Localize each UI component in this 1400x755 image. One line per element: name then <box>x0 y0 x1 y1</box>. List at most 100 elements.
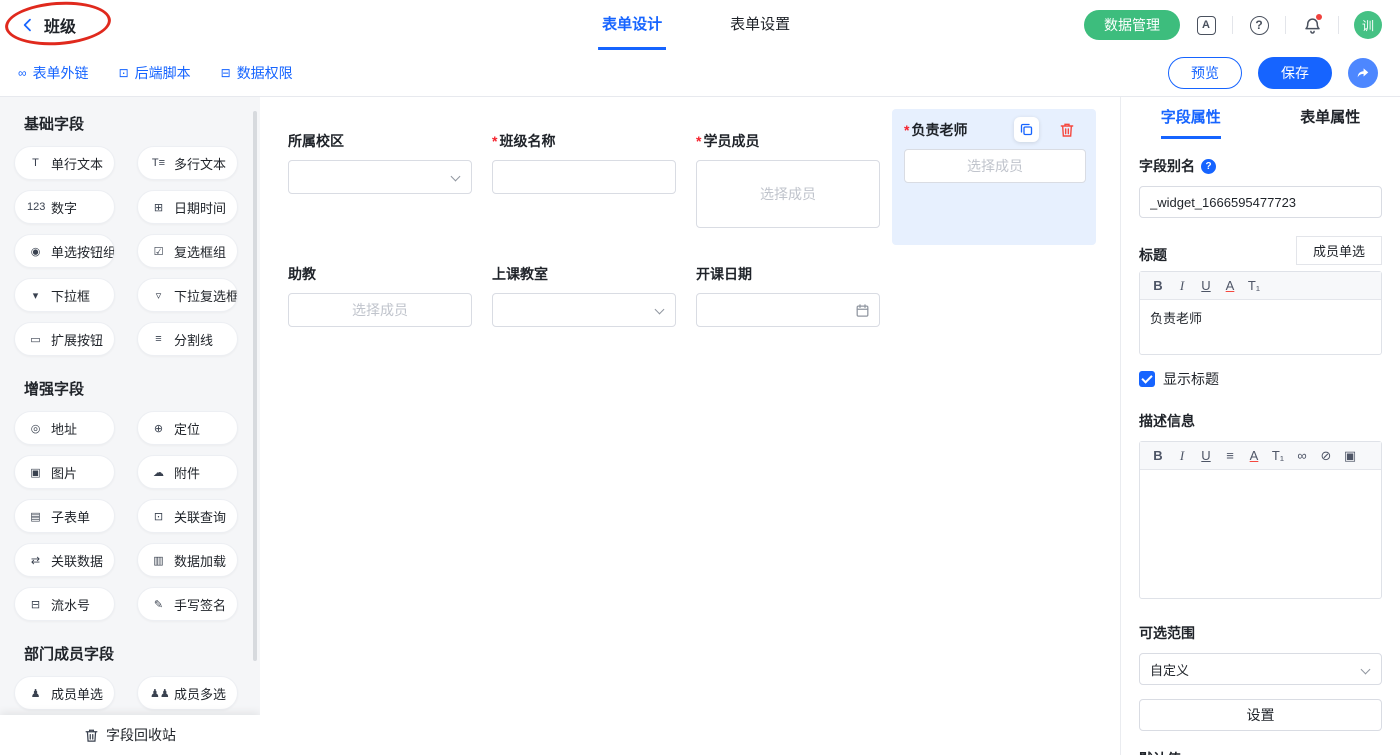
field-label: 班级名称 <box>499 131 555 151</box>
section-title-enhanced-fields: 增强字段 <box>24 378 260 399</box>
title-editor[interactable]: 负责老师 <box>1140 300 1381 354</box>
section-title-basic-fields: 基础字段 <box>24 113 260 134</box>
range-select[interactable]: 自定义 <box>1139 653 1382 685</box>
field-alias-input[interactable] <box>1139 186 1382 218</box>
translate-icon[interactable]: A <box>1195 14 1217 36</box>
chevron-down-icon <box>1361 665 1371 675</box>
font-size-icon[interactable]: T₁ <box>1242 278 1266 293</box>
copy-field-button[interactable] <box>1014 117 1039 142</box>
field-button-address[interactable]: ◎地址 <box>14 411 115 445</box>
field-campus[interactable]: 所属校区 <box>288 131 472 194</box>
form-canvas[interactable]: 所属校区 *班级名称 *学员成员 选择成员 *负责老师 选择成员 助教 选择成员 <box>260 97 1120 755</box>
field-assistant[interactable]: 助教 选择成员 <box>288 264 472 327</box>
help-icon[interactable]: ? <box>1248 14 1270 36</box>
checkbox-checked-icon[interactable] <box>1139 371 1155 387</box>
field-button-serial-number[interactable]: ⊟流水号 <box>14 587 115 621</box>
tab-form-properties[interactable]: 表单属性 <box>1261 97 1400 142</box>
preview-button[interactable]: 预览 <box>1168 57 1242 89</box>
classroom-select[interactable] <box>492 293 676 327</box>
main-tabs: 表单设计 表单设置 <box>598 0 794 50</box>
tab-form-settings[interactable]: 表单设置 <box>726 0 794 50</box>
sidebar-scrollbar[interactable] <box>253 111 257 661</box>
multi-line-text-icon: T≡ <box>150 157 167 169</box>
field-button-member-multi[interactable]: ♟♟成员多选 <box>137 676 238 710</box>
field-button-related-data[interactable]: ⇄关联数据 <box>14 543 115 577</box>
underline-icon[interactable]: U <box>1194 278 1218 293</box>
field-button-number[interactable]: 123数字 <box>14 190 115 224</box>
number-icon: 123 <box>27 201 44 213</box>
save-button[interactable]: 保存 <box>1258 57 1332 89</box>
field-class-name[interactable]: *班级名称 <box>492 131 676 194</box>
field-button-data-load[interactable]: ▥数据加载 <box>137 543 238 577</box>
field-button-attachment[interactable]: ☁附件 <box>137 455 238 489</box>
field-classroom[interactable]: 上课教室 <box>492 264 676 327</box>
show-title-toggle[interactable]: 显示标题 <box>1139 369 1382 389</box>
field-button-multi-line-text[interactable]: T≡多行文本 <box>137 146 238 180</box>
data-manage-button[interactable]: 数据管理 <box>1084 10 1180 40</box>
field-button-location[interactable]: ⊕定位 <box>137 411 238 445</box>
start-date-picker[interactable] <box>696 293 880 327</box>
field-button-related-query[interactable]: ⊡关联查询 <box>137 499 238 533</box>
font-color-icon[interactable]: A <box>1242 448 1266 463</box>
toolbar-links: ∞ 表单外链 ⊡ 后端脚本 ⊟ 数据权限 <box>0 63 293 83</box>
share-button[interactable] <box>1348 58 1378 88</box>
field-students[interactable]: *学员成员 选择成员 <box>696 131 880 228</box>
data-permission-button[interactable]: ⊟ 数据权限 <box>221 63 293 83</box>
field-button-extend-button[interactable]: ▭扩展按钮 <box>14 322 115 356</box>
teacher-member-picker[interactable]: 选择成员 <box>904 149 1086 183</box>
field-label: 负责老师 <box>911 120 967 140</box>
students-member-picker[interactable]: 选择成员 <box>696 160 880 228</box>
field-button-checkbox-group[interactable]: ☑复选框组 <box>137 234 238 268</box>
insert-link-icon[interactable]: ∞ <box>1290 448 1314 463</box>
assistant-member-picker[interactable]: 选择成员 <box>288 293 472 327</box>
location-icon: ⊕ <box>150 422 167 435</box>
form-toolbar: ∞ 表单外链 ⊡ 后端脚本 ⊟ 数据权限 预览 保存 <box>0 50 1400 97</box>
user-avatar[interactable]: 训 <box>1354 11 1382 39</box>
field-recycle-bin[interactable]: 字段回收站 <box>0 715 260 755</box>
align-icon[interactable]: ≡ <box>1218 448 1242 463</box>
bold-icon[interactable]: B <box>1146 448 1170 463</box>
field-button-datetime[interactable]: ⊞日期时间 <box>137 190 238 224</box>
italic-icon[interactable]: I <box>1170 448 1194 464</box>
calendar-icon <box>855 303 870 318</box>
backend-script-button[interactable]: ⊡ 后端脚本 <box>119 63 191 83</box>
help-circle-icon[interactable]: ? <box>1201 159 1216 174</box>
member-picker-placeholder: 选择成员 <box>760 184 816 204</box>
external-link-button[interactable]: ∞ 表单外链 <box>18 63 89 83</box>
font-size-icon[interactable]: T₁ <box>1266 448 1290 463</box>
notification-bell-icon[interactable] <box>1301 14 1323 36</box>
field-button-single-line-text[interactable]: T单行文本 <box>14 146 115 180</box>
field-button-select-dropdown[interactable]: ▾下拉框 <box>14 278 115 312</box>
divider-line-icon: ≡ <box>150 333 167 345</box>
field-button-signature[interactable]: ✎手写签名 <box>137 587 238 621</box>
class-name-input[interactable] <box>492 160 676 194</box>
font-color-icon[interactable]: A <box>1218 278 1242 293</box>
topbar-divider <box>1338 16 1339 34</box>
delete-field-button[interactable] <box>1058 121 1076 139</box>
campus-select[interactable] <box>288 160 472 194</box>
field-button-image[interactable]: ▣图片 <box>14 455 115 489</box>
bold-icon[interactable]: B <box>1146 278 1170 293</box>
radio-group-icon: ◉ <box>27 245 44 258</box>
form-designer-app: 班级 表单设计 表单设置 数据管理 A ? 训 <box>0 0 1400 755</box>
field-teacher-selected[interactable]: *负责老师 选择成员 <box>892 109 1096 245</box>
underline-icon[interactable]: U <box>1194 448 1218 463</box>
field-label: 上课教室 <box>492 264 548 284</box>
insert-image-icon[interactable]: ▣ <box>1338 448 1362 464</box>
field-button-radio-group[interactable]: ◉单选按钮组 <box>14 234 115 268</box>
remove-link-icon[interactable]: ⊘ <box>1314 448 1338 464</box>
field-button-member-single[interactable]: ♟成员单选 <box>14 676 115 710</box>
member-multi-icon: ♟♟ <box>150 687 167 700</box>
tab-field-properties[interactable]: 字段属性 <box>1121 97 1261 142</box>
tab-form-design[interactable]: 表单设计 <box>598 0 666 50</box>
description-editor[interactable] <box>1140 470 1381 598</box>
italic-icon[interactable]: I <box>1170 278 1194 294</box>
back-button[interactable]: 班级 <box>0 13 76 37</box>
field-start-date[interactable]: 开课日期 <box>696 264 880 327</box>
field-button-subform[interactable]: ▤子表单 <box>14 499 115 533</box>
basic-fields-grid: T单行文本 T≡多行文本 123数字 ⊞日期时间 ◉单选按钮组 ☑复选框组 ▾下… <box>0 146 260 356</box>
field-label: 助教 <box>288 264 316 284</box>
range-settings-button[interactable]: 设置 <box>1139 699 1382 731</box>
field-button-divider-line[interactable]: ≡分割线 <box>137 322 238 356</box>
field-button-multiselect-dropdown[interactable]: ▿下拉复选框 <box>137 278 238 312</box>
